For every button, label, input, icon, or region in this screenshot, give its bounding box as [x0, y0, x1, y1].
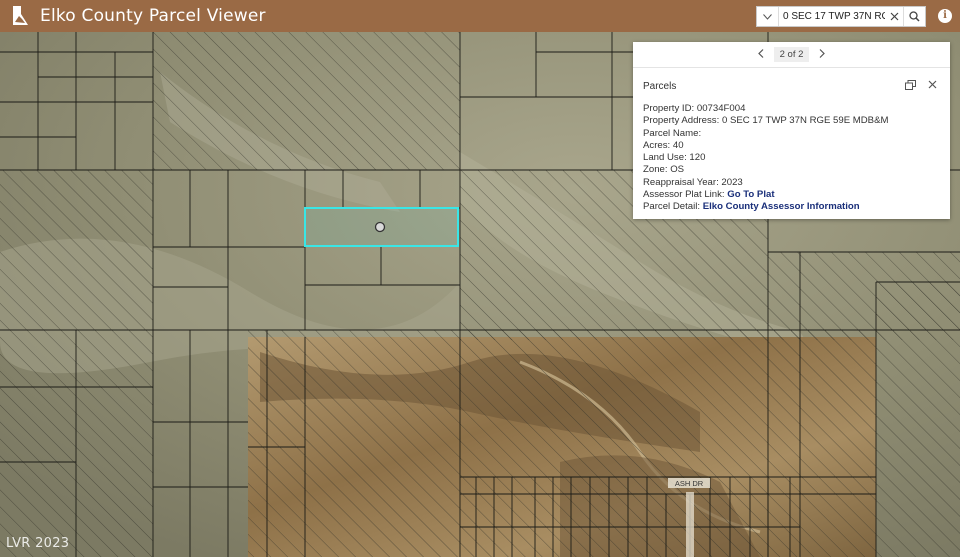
popup-header: Parcels — [633, 72, 950, 100]
feature-count: 2 of 2 — [773, 47, 810, 62]
chevron-left-icon — [757, 49, 764, 58]
field-property-address: Property Address: 0 SEC 17 TWP 37N RGE 5… — [643, 115, 889, 127]
clear-search-icon[interactable] — [885, 10, 903, 24]
popup-layer-title: Parcels — [643, 80, 677, 92]
field-reappraisal-year: Reappraisal Year: 2023 — [643, 176, 743, 188]
assessor-information-link[interactable]: Elko County Assessor Information — [703, 201, 860, 212]
field-property-id: Property ID: 00734F004 — [643, 103, 746, 114]
go-to-plat-link[interactable]: Go To Plat — [727, 189, 774, 200]
road-vertical — [686, 492, 694, 557]
search-input[interactable] — [779, 11, 885, 22]
road-label: ASH DR — [675, 479, 704, 488]
field-parcel-name: Parcel Name: — [643, 127, 702, 139]
close-icon — [928, 80, 936, 89]
chevron-right-icon — [819, 49, 826, 58]
dock-popup-button[interactable] — [902, 79, 918, 93]
field-zone: Zone: OS — [643, 164, 685, 176]
selected-location-marker[interactable] — [374, 221, 386, 233]
watermark: LVR 2023 — [6, 536, 70, 551]
dock-icon — [904, 79, 916, 90]
chevron-down-icon — [763, 13, 772, 20]
parcel-popup: 2 of 2 Parcels Property ID: 00734F004 Pr… — [633, 42, 950, 219]
search-box — [756, 6, 926, 27]
search-icon — [909, 11, 920, 22]
app-header: Elko County Parcel Viewer i — [0, 0, 960, 32]
search-source-dropdown[interactable] — [757, 7, 779, 26]
field-parcel-detail: Parcel Detail: Elko County Assessor Info… — [643, 201, 860, 213]
close-popup-button[interactable] — [924, 80, 940, 92]
popup-content: Property ID: 00734F004 Property Address:… — [633, 100, 950, 214]
popup-pager: 2 of 2 — [633, 42, 950, 68]
field-acres: Acres: 40 — [643, 139, 684, 151]
previous-feature-button[interactable] — [756, 49, 766, 60]
field-land-use: Land Use: 120 — [643, 152, 706, 164]
app-title: Elko County Parcel Viewer — [40, 6, 266, 26]
info-icon[interactable]: i — [938, 9, 952, 23]
county-logo[interactable] — [0, 0, 40, 32]
search-button[interactable] — [903, 7, 925, 26]
next-feature-button[interactable] — [817, 49, 827, 60]
field-assessor-plat: Assessor Plat Link: Go To Plat — [643, 189, 775, 201]
